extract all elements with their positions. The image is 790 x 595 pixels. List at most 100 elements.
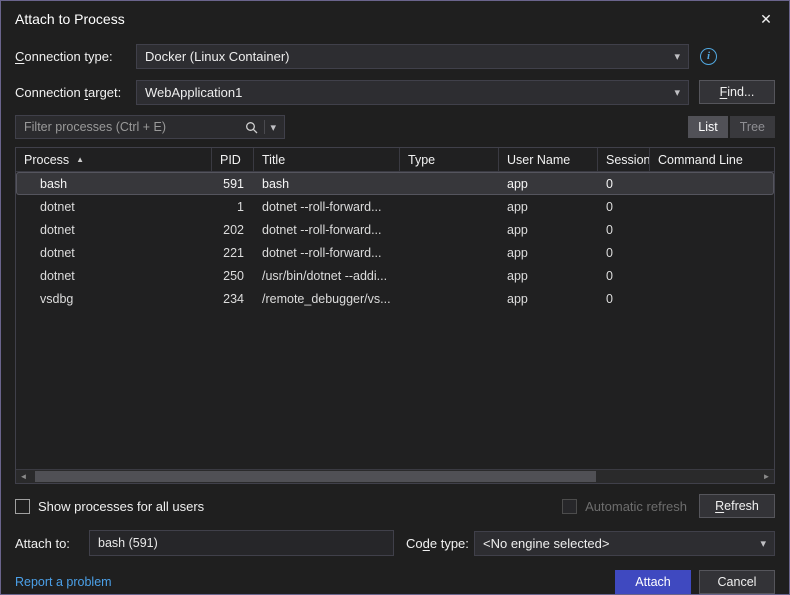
- column-header-process[interactable]: Process ▲: [16, 148, 212, 171]
- filter-divider: [264, 120, 266, 134]
- close-icon: ✕: [760, 10, 772, 27]
- attach-to-input[interactable]: [89, 530, 394, 556]
- cell-type: [400, 241, 499, 264]
- automatic-refresh-label: Automatic refresh: [585, 498, 687, 514]
- sort-ascending-icon: ▲: [76, 155, 85, 164]
- attach-button[interactable]: Attach: [615, 570, 691, 594]
- attach-to-process-dialog: Attach to Process ✕ Connection type: Doc…: [0, 0, 790, 595]
- filter-processes-input[interactable]: [24, 120, 242, 134]
- scrollbar-track[interactable]: [31, 470, 759, 483]
- chevron-down-icon: ▾: [760, 537, 766, 550]
- dialog-title: Attach to Process: [15, 11, 125, 27]
- cell-user-name: app: [507, 176, 528, 191]
- view-toggle-group: List Tree: [688, 116, 775, 138]
- cell-session: 0: [606, 199, 613, 214]
- refresh-button[interactable]: Refresh: [699, 494, 775, 518]
- cell-session: 0: [606, 222, 613, 237]
- cell-type: [400, 287, 499, 310]
- cell-type: [400, 195, 499, 218]
- table-body: bash 591 bash app 0 dotnet 1 dotnet --ro…: [16, 172, 774, 469]
- cell-title: /usr/bin/dotnet --addi...: [262, 268, 388, 283]
- connection-target-dropdown[interactable]: WebApplication1 ▾: [136, 79, 689, 105]
- connection-type-value: Docker (Linux Container): [145, 48, 290, 64]
- column-header-title[interactable]: Title: [254, 148, 400, 171]
- cell-pid: 250: [223, 268, 244, 283]
- column-header-type[interactable]: Type: [400, 148, 499, 171]
- column-header-command-line[interactable]: Command Line: [650, 148, 774, 171]
- scrollbar-thumb[interactable]: [35, 471, 596, 482]
- column-header-user-name[interactable]: User Name: [499, 148, 598, 171]
- code-type-value: <No engine selected>: [483, 535, 610, 551]
- table-row[interactable]: dotnet 202 dotnet --roll-forward... app …: [16, 218, 774, 241]
- cell-title: bash: [262, 176, 290, 191]
- cell-command-line: [650, 264, 774, 287]
- cell-type: [400, 264, 499, 287]
- code-type-dropdown[interactable]: <No engine selected> ▾: [474, 530, 775, 556]
- cell-command-line: [650, 195, 774, 218]
- column-header-pid[interactable]: PID: [212, 148, 254, 171]
- scroll-left-arrow-icon[interactable]: ◄: [16, 470, 31, 483]
- show-all-users-label: Show processes for all users: [38, 498, 205, 514]
- list-view-button[interactable]: List: [688, 116, 728, 138]
- search-icon[interactable]: [241, 121, 262, 134]
- connection-type-info-slot: i: [689, 47, 775, 65]
- cell-process: dotnet: [40, 222, 75, 237]
- cell-pid: 1: [237, 199, 244, 214]
- cell-session: 0: [606, 291, 613, 306]
- info-icon[interactable]: i: [700, 47, 717, 65]
- cell-command-line: [650, 172, 774, 195]
- tree-view-button[interactable]: Tree: [729, 116, 775, 138]
- cell-session: 0: [606, 245, 613, 260]
- footer-row: Report a problem Attach Cancel: [15, 570, 775, 594]
- title-bar: Attach to Process ✕: [1, 1, 789, 37]
- connection-target-label: Connection target:: [15, 84, 122, 100]
- table-row[interactable]: dotnet 221 dotnet --roll-forward... app …: [16, 241, 774, 264]
- horizontal-scrollbar: ◄ ►: [16, 469, 774, 483]
- connection-type-row: Connection type: Docker (Linux Container…: [15, 43, 775, 69]
- options-row: Show processes for all users Automatic r…: [15, 494, 775, 518]
- connection-target-row: Connection target: WebApplication1 ▾ Fin…: [15, 79, 775, 105]
- cell-title: dotnet --roll-forward...: [262, 245, 382, 260]
- cell-session: 0: [606, 176, 613, 191]
- cell-user-name: app: [507, 245, 528, 260]
- process-table: Process ▲ PID Title Type User Name Sessi…: [15, 147, 775, 484]
- cell-session: 0: [606, 268, 613, 283]
- cell-command-line: [650, 241, 774, 264]
- refresh-group: Automatic refresh Refresh: [562, 494, 775, 518]
- find-button[interactable]: Find...: [699, 80, 775, 104]
- connection-type-label: Connection type:: [15, 48, 113, 64]
- cell-process: dotnet: [40, 245, 75, 260]
- cell-process: bash: [40, 176, 68, 191]
- close-button[interactable]: ✕: [743, 1, 789, 37]
- cancel-button[interactable]: Cancel: [699, 570, 775, 594]
- cell-command-line: [650, 218, 774, 241]
- show-all-users-checkbox[interactable]: [15, 498, 30, 514]
- table-row[interactable]: dotnet 250 /usr/bin/dotnet --addi... app…: [16, 264, 774, 287]
- table-row[interactable]: dotnet 1 dotnet --roll-forward... app 0: [16, 195, 774, 218]
- filter-row: ▾ List Tree: [15, 115, 775, 139]
- automatic-refresh-checkbox: [562, 498, 578, 514]
- report-a-problem-link[interactable]: Report a problem: [15, 575, 112, 589]
- cell-user-name: app: [507, 199, 528, 214]
- table-row[interactable]: bash 591 bash app 0: [16, 172, 774, 195]
- cell-type: [400, 218, 499, 241]
- code-type-label: Code type:: [406, 535, 469, 551]
- table-header: Process ▲ PID Title Type User Name Sessi…: [16, 148, 774, 172]
- table-row[interactable]: vsdbg 234 /remote_debugger/vs... app 0: [16, 287, 774, 310]
- cell-user-name: app: [507, 268, 528, 283]
- chevron-down-icon: ▾: [674, 50, 680, 63]
- cell-title: dotnet --roll-forward...: [262, 222, 382, 237]
- filter-dropdown-chevron-icon[interactable]: ▾: [267, 121, 279, 134]
- filter-processes-box: ▾: [15, 115, 285, 139]
- column-header-session[interactable]: Session: [598, 148, 650, 171]
- cell-user-name: app: [507, 291, 528, 306]
- cell-title: /remote_debugger/vs...: [262, 291, 391, 306]
- cell-command-line: [650, 287, 774, 310]
- cell-title: dotnet --roll-forward...: [262, 199, 382, 214]
- connection-target-value: WebApplication1: [145, 84, 243, 100]
- cell-pid: 202: [223, 222, 244, 237]
- attach-to-label: Attach to:: [15, 535, 70, 551]
- connection-type-dropdown[interactable]: Docker (Linux Container) ▾: [136, 43, 689, 69]
- scroll-right-arrow-icon[interactable]: ►: [759, 470, 774, 483]
- cell-type: [400, 172, 499, 195]
